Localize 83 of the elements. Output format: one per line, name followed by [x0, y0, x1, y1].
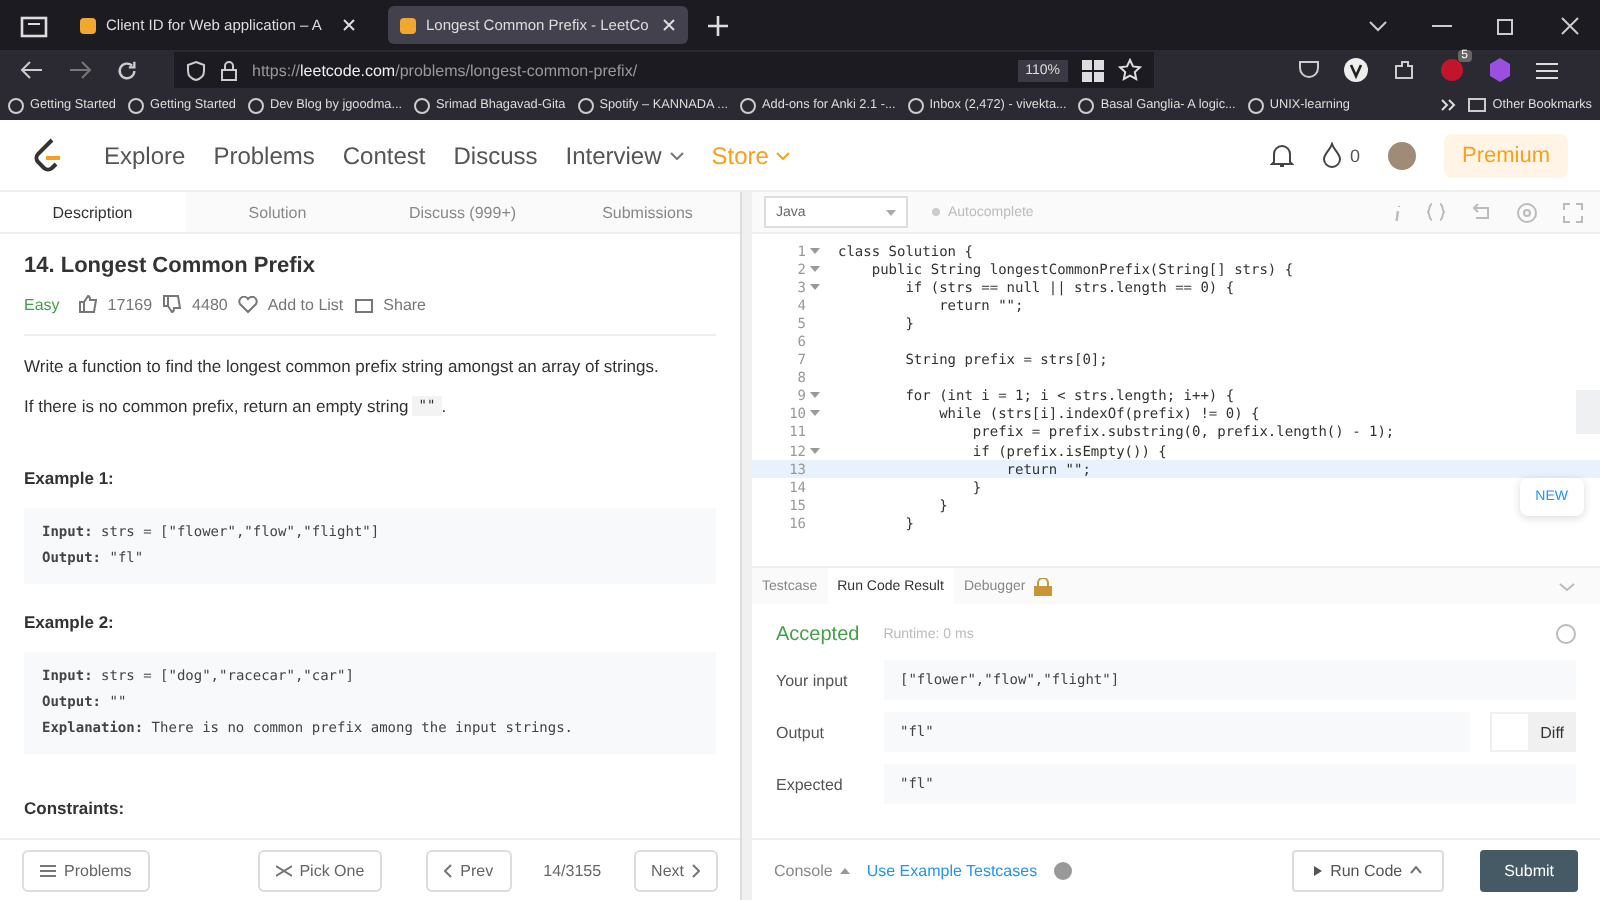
result-label: Expected — [776, 775, 845, 793]
heart-icon[interactable] — [237, 295, 258, 313]
period: . — [441, 396, 447, 416]
diff-toggle[interactable]: Diff — [1490, 712, 1576, 752]
tab-list-icon[interactable] — [20, 13, 48, 37]
minimize-icon[interactable] — [1432, 23, 1452, 27]
shield-icon[interactable] — [186, 59, 206, 81]
problems-button[interactable]: Problems — [22, 849, 150, 891]
result-label: Your input — [776, 671, 850, 689]
constraints-heading: Constraints: — [24, 798, 127, 818]
example-heading: Example 2: — [24, 612, 116, 632]
fold-caret-icon[interactable] — [810, 392, 820, 399]
fold-caret-icon[interactable] — [810, 247, 820, 254]
fold-caret-icon[interactable] — [810, 410, 820, 417]
pocket-icon[interactable] — [1298, 60, 1320, 80]
share-link[interactable]: Share — [383, 295, 427, 313]
play-icon — [1314, 865, 1323, 875]
pick-one-button[interactable]: Pick One — [257, 849, 383, 891]
nav-link[interactable]: Contest — [342, 141, 426, 169]
panel-tab[interactable]: Description — [0, 192, 185, 232]
dot-icon — [932, 208, 940, 216]
caret-icon — [840, 867, 851, 873]
problem-title: 14. Longest Common Prefix — [24, 254, 317, 278]
extension-icon[interactable] — [1488, 58, 1512, 82]
submit-button[interactable]: Submit — [1480, 849, 1578, 891]
avatar[interactable] — [1387, 141, 1416, 169]
flame-icon[interactable] — [1321, 142, 1342, 168]
forward-icon[interactable] — [68, 60, 92, 80]
caret-icon — [776, 152, 791, 161]
nav-link[interactable]: Discuss — [453, 141, 538, 169]
panel-tab[interactable]: Submissions — [555, 192, 740, 232]
extensions-icon[interactable] — [1392, 58, 1416, 82]
fold-caret-icon[interactable] — [810, 265, 820, 272]
like-count: 17169 — [107, 295, 153, 313]
nav-link[interactable]: Problems — [213, 141, 315, 169]
lock-icon — [1033, 577, 1052, 595]
help-icon[interactable] — [1053, 861, 1072, 879]
extension-icon[interactable] — [1440, 58, 1464, 82]
run-code-button[interactable]: Run Code — [1292, 849, 1445, 891]
close-icon[interactable] — [1560, 15, 1580, 35]
result-status: Accepted — [776, 623, 860, 645]
result-label: Output — [776, 723, 827, 741]
caret-icon — [886, 209, 896, 215]
fold-caret-icon[interactable] — [810, 447, 820, 454]
menu-icon[interactable] — [1536, 61, 1558, 79]
thumbs-up-icon[interactable] — [77, 294, 98, 314]
profile-icon[interactable] — [1344, 58, 1368, 82]
prev-button[interactable]: Prev — [426, 849, 512, 891]
chevron-down-icon[interactable] — [1368, 19, 1388, 31]
chevron-left-icon — [444, 863, 453, 877]
example-heading: Example 1: — [24, 468, 116, 488]
share-icon[interactable] — [353, 295, 374, 313]
close-tab-icon[interactable] — [342, 18, 356, 32]
nav-link[interactable]: Interview — [565, 141, 684, 169]
back-icon[interactable] — [20, 60, 44, 80]
nav-link[interactable]: Explore — [104, 141, 186, 169]
thumbs-down-icon[interactable] — [162, 294, 183, 314]
reload-icon[interactable] — [116, 59, 138, 81]
dislike-count: 4480 — [192, 295, 228, 313]
problem-statement: If there is no common prefix, return an empty string — [24, 396, 409, 416]
close-tab-icon[interactable] — [662, 18, 676, 32]
bell-icon[interactable] — [1269, 142, 1294, 168]
restore-icon[interactable] — [1496, 15, 1516, 35]
difficulty-label: Easy — [24, 295, 60, 313]
new-tab-icon[interactable] — [708, 15, 728, 35]
list-icon — [40, 863, 56, 877]
panel-tab[interactable]: Discuss (999+) — [370, 192, 555, 232]
problem-statement: Write a function to find the longest common prefix string amongst an array of strings. — [24, 356, 661, 376]
console-button[interactable]: Console — [774, 861, 851, 879]
lock-icon[interactable] — [220, 59, 238, 81]
chevron-up-icon — [1410, 866, 1423, 874]
problem-counter: 14/3155 — [543, 861, 602, 879]
more-bookmarks-icon[interactable] — [1440, 98, 1457, 112]
streak-count: 0 — [1349, 145, 1360, 165]
caret-icon — [669, 152, 684, 161]
logo-icon[interactable] — [32, 137, 64, 173]
fold-caret-icon[interactable] — [810, 283, 820, 290]
star-icon[interactable] — [1118, 58, 1142, 82]
url-text[interactable]: https://leetcode.com/problems/longest-common-prefix/ — [252, 61, 638, 79]
chevron-right-icon — [692, 863, 700, 877]
next-button[interactable]: Next — [633, 849, 718, 891]
add-to-list-link[interactable]: Add to List — [267, 295, 344, 313]
grid-icon[interactable] — [1082, 59, 1104, 81]
